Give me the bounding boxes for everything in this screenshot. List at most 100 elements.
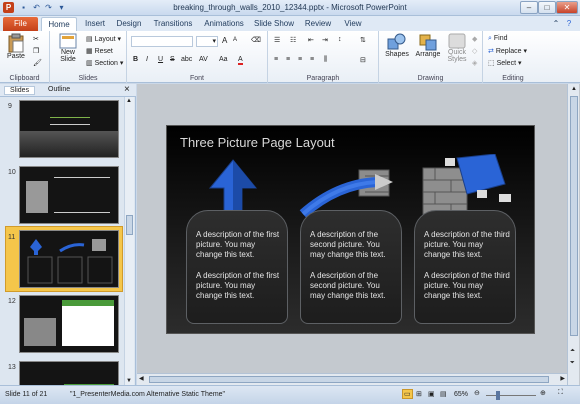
quick-styles-button[interactable]: Quick Styles bbox=[443, 33, 471, 63]
slide-counter: Slide 11 of 21 bbox=[5, 391, 48, 398]
normal-view-icon[interactable]: ▭ bbox=[402, 389, 413, 399]
next-slide-icon[interactable]: ⏷ bbox=[570, 360, 575, 367]
tab-transitions[interactable]: Transitions bbox=[150, 17, 196, 31]
increase-indent-icon[interactable]: ⇥ bbox=[322, 36, 328, 44]
slide-show-icon[interactable]: ▤ bbox=[440, 390, 447, 398]
reading-view-icon[interactable]: ▣ bbox=[428, 390, 435, 398]
paste-button[interactable]: Paste bbox=[3, 33, 29, 60]
tab-view[interactable]: View bbox=[339, 17, 367, 31]
align-left-icon[interactable]: ≡ bbox=[274, 56, 278, 63]
description-box-2[interactable]: A description of the second picture. You… bbox=[300, 210, 402, 324]
text-shadow-button[interactable]: abc bbox=[181, 56, 192, 63]
select-button[interactable]: ⬚ Select ▾ bbox=[488, 59, 522, 67]
zoom-slider[interactable] bbox=[486, 395, 536, 396]
description-text[interactable]: A description of the third picture. You … bbox=[424, 230, 511, 260]
tab-slides[interactable]: Slides bbox=[4, 86, 36, 95]
description-text[interactable]: A description of the first picture. You … bbox=[196, 230, 283, 260]
cut-icon[interactable]: ✂ bbox=[33, 35, 39, 43]
slide-thumbnail-13[interactable] bbox=[19, 361, 119, 385]
slide-thumbnail-11[interactable] bbox=[19, 230, 119, 288]
align-text-icon[interactable]: ⊟ bbox=[360, 56, 366, 64]
tab-file[interactable]: File bbox=[3, 17, 38, 31]
underline-button[interactable]: U bbox=[158, 56, 163, 63]
pane-close-icon[interactable]: × bbox=[124, 84, 130, 95]
tab-slide-show[interactable]: Slide Show bbox=[252, 17, 296, 31]
zoom-level[interactable]: 65% bbox=[454, 391, 468, 398]
scroll-down-icon[interactable]: ▼ bbox=[126, 378, 132, 384]
horizontal-scrollbar[interactable]: ◀ ▶ bbox=[137, 373, 567, 385]
scroll-up-icon[interactable]: ▲ bbox=[571, 86, 577, 92]
tab-review[interactable]: Review bbox=[302, 17, 334, 31]
shrink-font-button[interactable]: A bbox=[233, 37, 237, 43]
description-text[interactable]: A description of the first picture. You … bbox=[196, 271, 283, 301]
grow-font-button[interactable]: A bbox=[222, 36, 227, 45]
font-size-combo[interactable]: ▾ bbox=[196, 36, 218, 47]
tab-outline[interactable]: Outline bbox=[48, 86, 70, 93]
previous-slide-icon[interactable]: ⏶ bbox=[570, 348, 575, 355]
bold-button[interactable]: B bbox=[133, 56, 138, 63]
scroll-up-icon[interactable]: ▲ bbox=[126, 98, 132, 104]
theme-name[interactable]: "1_PresenterMedia.com Alternative Static… bbox=[70, 391, 225, 398]
numbering-icon[interactable]: ☷ bbox=[290, 36, 296, 44]
scroll-thumb[interactable] bbox=[570, 96, 578, 336]
bullets-icon[interactable]: ☰ bbox=[274, 36, 280, 44]
shape-fill-icon[interactable]: ◆ bbox=[472, 35, 477, 43]
layout-button[interactable]: ▤ Layout ▾ bbox=[86, 35, 121, 43]
description-box-1[interactable]: A description of the first picture. You … bbox=[186, 210, 288, 324]
scroll-left-icon[interactable]: ◀ bbox=[139, 375, 144, 382]
slide-thumbnail-9[interactable] bbox=[19, 100, 119, 158]
maximize-button[interactable]: □ bbox=[538, 1, 556, 14]
slide-sorter-icon[interactable]: ⊞ bbox=[416, 390, 422, 398]
character-spacing-button[interactable]: AV bbox=[199, 56, 208, 63]
shape-effects-icon[interactable]: ◈ bbox=[472, 59, 477, 67]
justify-icon[interactable]: ≡ bbox=[310, 56, 314, 63]
new-slide-button[interactable]: New Slide bbox=[54, 33, 82, 63]
shape-outline-icon[interactable]: ◇ bbox=[472, 47, 477, 55]
clear-formatting-icon[interactable]: ⌫ bbox=[251, 36, 261, 44]
current-slide[interactable]: Three Picture Page Layout A description … bbox=[166, 125, 535, 334]
columns-icon[interactable]: ⫼ bbox=[324, 56, 327, 64]
zoom-slider-thumb[interactable] bbox=[496, 391, 500, 400]
text-direction-icon[interactable]: ⇅ bbox=[360, 36, 366, 44]
copy-icon[interactable]: ❐ bbox=[33, 47, 39, 55]
fit-to-window-icon[interactable]: ⛶ bbox=[558, 389, 563, 397]
description-text[interactable]: A description of the second picture. You… bbox=[310, 271, 397, 301]
align-right-icon[interactable]: ≡ bbox=[298, 56, 302, 63]
align-center-icon[interactable]: ≡ bbox=[286, 56, 290, 63]
slide-title[interactable]: Three Picture Page Layout bbox=[180, 135, 335, 150]
minimize-button[interactable]: – bbox=[520, 1, 538, 14]
tab-animations[interactable]: Animations bbox=[201, 17, 247, 31]
line-spacing-icon[interactable]: ↕ bbox=[338, 36, 342, 43]
tab-design[interactable]: Design bbox=[113, 17, 145, 31]
slides-pane-scrollbar[interactable]: ▲ ▼ bbox=[124, 97, 134, 385]
italic-button[interactable]: I bbox=[146, 56, 148, 63]
scroll-thumb[interactable] bbox=[149, 376, 549, 383]
reset-button[interactable]: ▦ Reset bbox=[86, 47, 113, 55]
format-painter-icon[interactable]: 🖌 bbox=[33, 59, 42, 67]
scroll-right-icon[interactable]: ▶ bbox=[560, 375, 565, 382]
strikethrough-button[interactable]: S bbox=[170, 56, 175, 63]
change-case-button[interactable]: Aa bbox=[219, 56, 228, 63]
help-icon[interactable]: ? bbox=[563, 17, 575, 31]
zoom-in-icon[interactable]: ⊕ bbox=[540, 389, 546, 397]
tab-insert[interactable]: Insert bbox=[79, 17, 111, 31]
replace-button[interactable]: ⇄ Replace ▾ bbox=[488, 47, 527, 55]
close-button[interactable]: ✕ bbox=[556, 1, 578, 14]
scroll-thumb[interactable] bbox=[126, 215, 133, 235]
slide-thumbnail-10[interactable] bbox=[19, 166, 119, 224]
shapes-button[interactable]: Shapes bbox=[382, 33, 412, 58]
slide-thumbnail-12[interactable] bbox=[19, 295, 119, 353]
description-text[interactable]: A description of the second picture. You… bbox=[310, 230, 397, 260]
description-box-3[interactable]: A description of the third picture. You … bbox=[414, 210, 516, 324]
zoom-out-icon[interactable]: ⊖ bbox=[474, 389, 480, 397]
decrease-indent-icon[interactable]: ⇤ bbox=[308, 36, 314, 44]
find-button[interactable]: ⌕ Find bbox=[488, 35, 508, 43]
tab-home[interactable]: Home bbox=[41, 17, 77, 31]
description-text[interactable]: A description of the third picture. You … bbox=[424, 271, 511, 301]
section-button[interactable]: ▥ Section ▾ bbox=[86, 59, 123, 67]
font-color-button[interactable]: A bbox=[238, 56, 243, 65]
font-name-combo[interactable] bbox=[131, 36, 193, 47]
arrange-button[interactable]: Arrange bbox=[413, 33, 443, 58]
minimize-ribbon-icon[interactable]: ⌃ bbox=[550, 17, 562, 31]
vertical-scrollbar[interactable]: ▲ ⏶ ⏷ bbox=[567, 84, 579, 385]
